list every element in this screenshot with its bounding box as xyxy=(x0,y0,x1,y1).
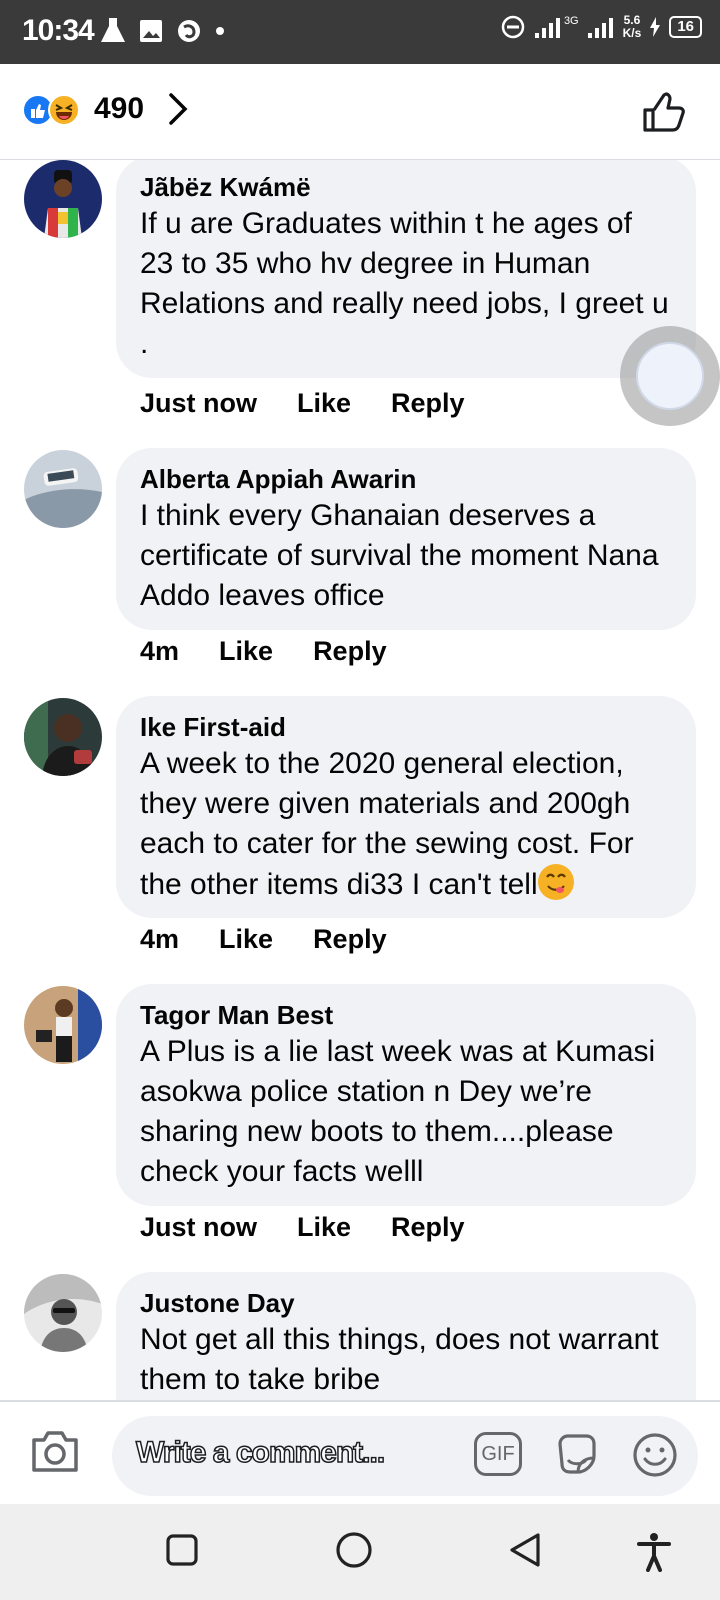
like-link[interactable]: Like xyxy=(297,388,351,419)
status-system-icons: 3G 5.6 K/s 16 xyxy=(500,14,702,40)
comment-actions: Just now Like Reply xyxy=(140,388,465,419)
reply-link[interactable]: Reply xyxy=(313,924,387,955)
comment-text: Not get all this things, does not warran… xyxy=(140,1323,659,1396)
savoring-food-emoji-icon xyxy=(537,864,574,900)
comment-actions: 4m Like Reply xyxy=(140,636,387,667)
recents-icon[interactable] xyxy=(164,1532,200,1568)
comment-time: 4m xyxy=(140,924,180,954)
comments-list[interactable]: Jãbëz Kwámë If u are Graduates within t … xyxy=(0,160,720,1406)
comment-actions: 4m Like Reply xyxy=(140,924,387,955)
status-bar: 10:34 3G 5.6 K/s 16 xyxy=(0,0,720,64)
comment-bubble[interactable]: Ike First-aid A week to the 2020 general… xyxy=(116,696,696,918)
avatar[interactable] xyxy=(24,160,102,238)
comment-author[interactable]: Jãbëz Kwámë xyxy=(140,170,672,204)
network-type: 3G xyxy=(563,15,579,27)
reaction-count: 490 xyxy=(94,92,145,125)
like-link[interactable]: Like xyxy=(219,924,273,955)
like-link[interactable]: Like xyxy=(219,636,273,667)
haha-icon xyxy=(48,94,80,126)
comment-bubble[interactable]: Justone Day Not get all this things, doe… xyxy=(116,1272,696,1406)
comment-text: A week to the 2020 general election, the… xyxy=(140,744,672,905)
comment-author[interactable]: Tagor Man Best xyxy=(140,998,672,1032)
do-not-disturb-icon xyxy=(501,15,525,39)
reactions-header[interactable]: 490 xyxy=(0,64,720,160)
comment-time: 4m xyxy=(140,636,180,666)
comment-actions: Just now Like Reply xyxy=(140,1212,465,1243)
comment-placeholder: Write a comment... xyxy=(135,1435,386,1470)
camera-icon[interactable] xyxy=(30,1428,80,1474)
comment-author[interactable]: Ike First-aid xyxy=(140,710,672,744)
network-speed: 5.6 K/s xyxy=(623,14,642,40)
back-icon[interactable] xyxy=(508,1532,544,1570)
flask-icon xyxy=(101,18,125,42)
emoji-icon[interactable] xyxy=(630,1430,680,1480)
avatar[interactable] xyxy=(24,450,102,528)
home-icon[interactable] xyxy=(334,1532,374,1572)
comment-bubble[interactable]: Alberta Appiah Awarin I think every Ghan… xyxy=(116,448,696,630)
app-notification-icon xyxy=(178,20,200,42)
comment-text: A Plus is a lie last week was at Kumasi … xyxy=(140,1035,656,1188)
comment-author[interactable]: Justone Day xyxy=(140,1286,672,1320)
floating-button-core xyxy=(636,342,704,410)
status-notification-icons xyxy=(100,16,226,46)
sticker-icon[interactable] xyxy=(552,1430,602,1480)
gallery-icon xyxy=(140,20,162,42)
dot-icon xyxy=(216,27,224,35)
comment-bubble[interactable]: Jãbëz Kwámë If u are Graduates within t … xyxy=(116,160,696,378)
speed-unit: K/s xyxy=(622,26,642,40)
signal-icon xyxy=(534,18,560,38)
system-nav-bar xyxy=(0,1504,720,1600)
reply-link[interactable]: Reply xyxy=(391,1212,465,1243)
battery-level: 16 xyxy=(669,16,702,38)
comment-time: Just now xyxy=(140,388,258,418)
avatar[interactable] xyxy=(24,1274,102,1352)
floating-assistive-button[interactable] xyxy=(620,326,720,426)
chevron-right-icon[interactable] xyxy=(166,90,190,128)
comment-text: If u are Graduates within t he ages of 2… xyxy=(140,207,669,360)
status-time: 10:34 xyxy=(22,14,95,47)
comment-author[interactable]: Alberta Appiah Awarin xyxy=(140,462,672,496)
like-button-icon[interactable] xyxy=(642,90,686,134)
comment-composer: Write a comment... GIF xyxy=(0,1400,720,1504)
reply-link[interactable]: Reply xyxy=(391,388,465,419)
signal-icon-2 xyxy=(587,18,613,38)
comment-time: Just now xyxy=(140,1212,258,1242)
gif-button[interactable]: GIF xyxy=(474,1432,522,1476)
charging-icon xyxy=(650,17,661,37)
reply-link[interactable]: Reply xyxy=(313,636,387,667)
comment-text: I think every Ghanaian deserves a certif… xyxy=(140,499,659,612)
comments-sheet: 490 Jãbëz Kwámë If u are Graduates withi… xyxy=(0,64,720,1406)
avatar[interactable] xyxy=(24,986,102,1064)
comment-input[interactable]: Write a comment... GIF xyxy=(112,1416,698,1496)
accessibility-icon[interactable] xyxy=(636,1532,672,1572)
reaction-icons xyxy=(22,92,92,128)
avatar[interactable] xyxy=(24,698,102,776)
comment-bubble[interactable]: Tagor Man Best A Plus is a lie last week… xyxy=(116,984,696,1206)
like-link[interactable]: Like xyxy=(297,1212,351,1243)
